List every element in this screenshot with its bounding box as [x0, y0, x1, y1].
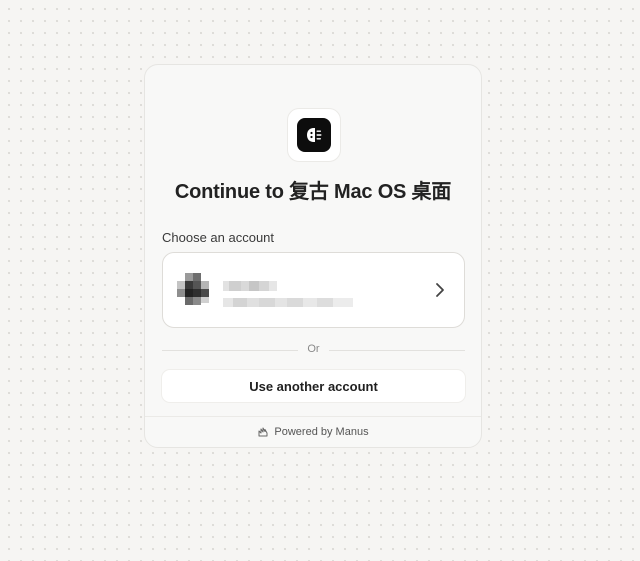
- choose-account-label: Choose an account: [162, 230, 275, 245]
- sign-in-card: Continue to 复古 Mac OS 桌面 Choose an accou…: [144, 64, 482, 448]
- footer: Powered by Manus: [145, 416, 481, 447]
- account-name-redacted: [223, 278, 277, 291]
- app-logo-icon: [297, 118, 331, 152]
- avatar: [177, 271, 217, 309]
- manus-logo-icon: [257, 426, 269, 438]
- divider-line: [329, 350, 465, 351]
- app-icon-container: [287, 108, 341, 162]
- chevron-right-icon: [434, 282, 446, 298]
- page-title: Continue to 复古 Mac OS 桌面: [174, 181, 452, 203]
- or-divider: Or: [162, 342, 465, 358]
- account-option[interactable]: [162, 252, 465, 328]
- or-label: Or: [307, 343, 320, 355]
- account-email-redacted: [223, 294, 353, 307]
- powered-by-text: Powered by Manus: [274, 426, 369, 438]
- use-another-account-button[interactable]: Use another account: [162, 370, 465, 402]
